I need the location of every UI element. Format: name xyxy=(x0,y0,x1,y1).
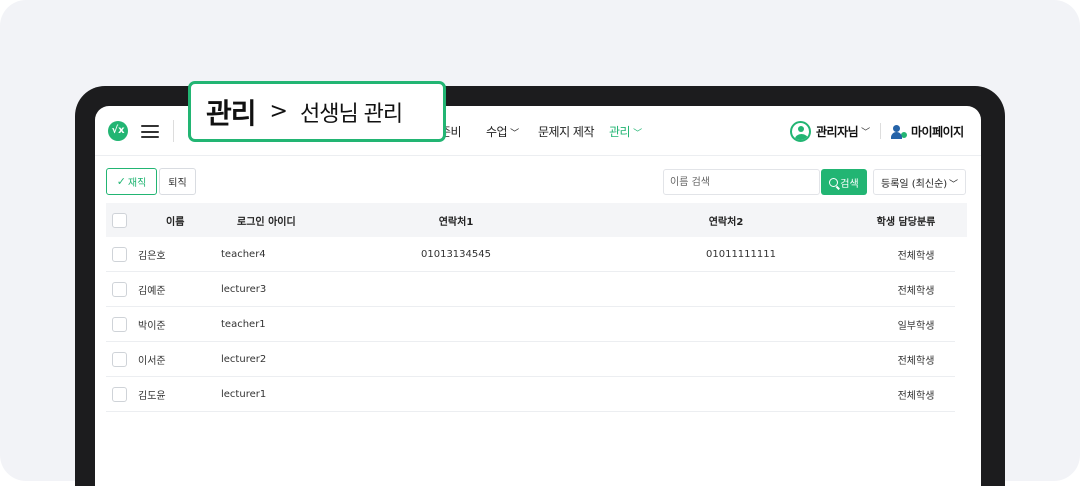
search-button-label: 검색 xyxy=(840,178,859,190)
cell-phone2 xyxy=(691,272,791,306)
table-row[interactable]: 김도윤 lecturer1 전체학생 xyxy=(106,377,955,412)
cell-category: 전체학생 xyxy=(897,285,935,297)
cell-phone2 xyxy=(691,342,791,376)
cell-category: 전체학생 xyxy=(897,390,935,402)
cell-phone1: 01013134545 xyxy=(421,248,491,260)
sort-select[interactable]: 등록일 (최신순) ﹀ xyxy=(873,169,966,195)
nav-item-label: 수업 xyxy=(486,125,508,139)
logo-icon[interactable]: √x xyxy=(108,121,128,141)
breadcrumb-section: 관리 xyxy=(206,96,257,130)
table-row[interactable]: 박이준 teacher1 일부학생 xyxy=(106,307,955,342)
hamburger-menu-icon[interactable] xyxy=(141,125,159,138)
mypage-link[interactable]: 마이페이지 xyxy=(891,123,964,140)
row-check-cell xyxy=(112,377,127,411)
user-menu[interactable]: 관리자님 ﹀ xyxy=(790,120,870,142)
header-name[interactable]: 이름 xyxy=(166,203,184,237)
row-checkbox[interactable] xyxy=(112,351,127,367)
teacher-table: 이름 로그인 아이디 연락처1 연락처2 학생 담당분류 김은호 teacher… xyxy=(106,203,967,412)
cell-login-id: lecturer2 xyxy=(221,353,267,365)
row-checkbox[interactable] xyxy=(112,281,127,297)
cell-name: 김예준 xyxy=(138,285,166,297)
sort-value: 등록일 (최신순) xyxy=(881,178,948,190)
cell-category: 일부학생 xyxy=(897,320,935,332)
nav-divider xyxy=(173,120,174,142)
row-check-cell xyxy=(112,307,127,341)
select-all-cell xyxy=(112,203,127,237)
cell-phone2 xyxy=(691,377,791,411)
search-icon xyxy=(829,177,839,187)
select-all-checkbox[interactable] xyxy=(112,212,127,228)
filter-active-button[interactable]: ✓ 재직 xyxy=(106,168,157,195)
app-screen: √x 준비 수업 ﹀ 문제지 제작 관리 ﹀ 관리자님 ﹀ 마이페이지 ✓ 재직 퇴… xyxy=(95,106,981,491)
header-category[interactable]: 학생 담당분류 xyxy=(856,203,956,237)
cell-login-id: teacher1 xyxy=(221,318,266,330)
cell-phone2: 01011111111 xyxy=(706,248,776,260)
cell-name: 박이준 xyxy=(138,320,166,332)
row-checkbox[interactable] xyxy=(112,246,127,262)
nav-divider xyxy=(880,123,881,139)
filter-retired-label: 퇴직 xyxy=(168,178,187,189)
cell-login-id: lecturer1 xyxy=(221,388,267,400)
search-input[interactable] xyxy=(663,169,820,195)
chevron-down-icon: ﹀ xyxy=(510,129,519,139)
mypage-label: 마이페이지 xyxy=(911,125,964,139)
cell-category: 전체학생 xyxy=(897,355,935,367)
filter-active-label: 재직 xyxy=(127,178,147,189)
search-button[interactable]: 검색 xyxy=(821,169,867,195)
check-icon: ✓ xyxy=(116,175,126,188)
cell-phone2 xyxy=(691,307,791,341)
nav-item-manage[interactable]: 관리 ﹀ xyxy=(609,123,642,140)
cell-login-id: teacher4 xyxy=(221,248,266,260)
table-row[interactable]: 김은호 teacher4 01013134545 01011111111 전체학… xyxy=(106,237,955,272)
header-phone1[interactable]: 연락처1 xyxy=(406,203,506,237)
row-check-cell xyxy=(112,237,127,271)
breadcrumb-callout: 관리 > 선생님 관리 xyxy=(188,81,446,142)
cell-phone1 xyxy=(406,272,506,306)
nav-item-worksheet[interactable]: 문제지 제작 xyxy=(538,123,595,140)
row-check-cell xyxy=(112,342,127,376)
cell-name: 김도윤 xyxy=(138,390,166,402)
nav-item-label: 문제지 제작 xyxy=(538,125,595,139)
user-avatar-icon xyxy=(790,120,811,142)
filter-retired-button[interactable]: 퇴직 xyxy=(159,168,196,195)
cell-name: 김은호 xyxy=(138,250,166,262)
cell-phone1 xyxy=(406,377,506,411)
row-checkbox[interactable] xyxy=(112,386,127,402)
user-name: 관리자님 xyxy=(816,124,859,139)
user-settings-icon xyxy=(891,124,908,139)
chevron-down-icon: ﹀ xyxy=(861,127,871,138)
cell-phone1 xyxy=(406,307,506,341)
nav-item-class[interactable]: 수업 ﹀ xyxy=(486,123,519,140)
header-phone2[interactable]: 연락처2 xyxy=(676,203,776,237)
breadcrumb-separator-icon: > xyxy=(269,99,288,124)
breadcrumb-page: 선생님 관리 xyxy=(299,101,403,127)
table-header: 이름 로그인 아이디 연락처1 연락처2 학생 담당분류 xyxy=(106,203,967,237)
chevron-down-icon: ﹀ xyxy=(633,129,642,139)
nav-item-label: 관리 xyxy=(609,125,631,139)
cell-login-id: lecturer3 xyxy=(221,283,267,295)
table-row[interactable]: 이서준 lecturer2 전체학생 xyxy=(106,342,955,377)
cell-name: 이서준 xyxy=(138,355,166,367)
row-check-cell xyxy=(112,272,127,306)
chevron-down-icon: ﹀ xyxy=(948,180,958,190)
row-checkbox[interactable] xyxy=(112,316,127,332)
header-login-id[interactable]: 로그인 아이디 xyxy=(237,203,296,237)
table-row[interactable]: 김예준 lecturer3 전체학생 xyxy=(106,272,955,307)
cell-phone1 xyxy=(406,342,506,376)
cell-category: 전체학생 xyxy=(897,250,935,262)
